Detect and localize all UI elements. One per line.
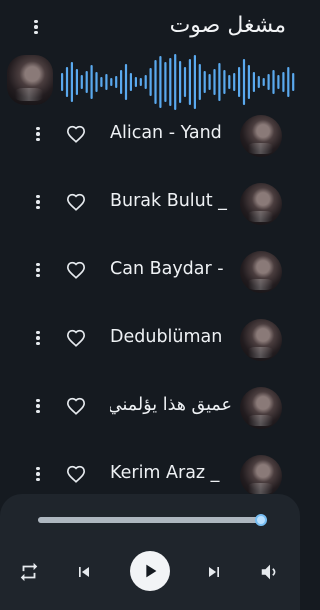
track-row[interactable]: Can Baydar - [0,237,300,305]
track-row[interactable]: Dedublüman [0,305,300,373]
waveform-bar [124,64,128,100]
speaker-icon [261,564,276,580]
waveform-bar [282,72,285,92]
skip-previous-icon [79,567,89,577]
track-menu-icon[interactable] [32,192,44,212]
waveform-bar [208,74,211,90]
heart-icon[interactable] [66,465,88,485]
waveform-bar [218,63,221,101]
audio-player-app: مشغل صوت Alican - Yand Burak Bulut _ Can… [0,0,300,610]
waveform-bar [90,65,93,99]
skip-next-icon [209,567,219,577]
previous-button[interactable] [64,552,104,592]
track-title: Burak Bulut _ [110,191,227,211]
waveform-bar [188,59,191,105]
waveform-bar [144,75,147,89]
waveform-bar [267,74,270,90]
player-panel [0,494,300,610]
waveform-bar [149,68,152,96]
track-menu-icon[interactable] [32,328,44,348]
waveform-bar [257,76,260,88]
track-list: Alican - Yand Burak Bulut _ Can Baydar -… [0,101,300,509]
track-artwork [240,251,282,293]
page-title: مشغل صوت [169,13,286,38]
volume-button[interactable] [250,552,290,592]
heart-icon[interactable] [66,193,88,213]
waveform-bar [154,60,157,104]
seek-bar[interactable] [38,514,267,526]
track-artwork [240,115,282,157]
seek-thumb[interactable] [254,514,267,526]
waveform-bar [277,75,280,89]
track-menu-icon[interactable] [32,124,44,144]
track-artwork [240,319,282,361]
track-row[interactable]: Burak Bulut _ [0,169,300,237]
track-title: Alican - Yand [110,123,222,143]
waveform-bar [129,73,132,91]
heart-icon[interactable] [66,261,88,281]
seek-progress [38,517,261,523]
waveform-bar [65,67,69,97]
track-row[interactable]: Alican - Yand [0,101,300,169]
waveform-bar [95,72,98,92]
waveform-bar [242,59,246,105]
waveform-bar [233,73,236,91]
waveform-bar [110,78,113,86]
waveform-bar [139,78,142,86]
heart-icon[interactable] [66,397,88,417]
play-icon [146,564,157,578]
waveform-bar [287,67,290,97]
repeat-button[interactable] [9,552,49,592]
waveform-bar [203,71,206,93]
track-title: عميق هذا يؤلمني [110,395,232,415]
track-menu-icon[interactable] [32,464,44,484]
track-title: Kerim Araz _ [110,463,220,483]
waveform-bar [198,64,201,100]
waveform-bar [223,70,226,94]
waveform-bar [292,73,295,91]
waveform-bar [262,78,265,86]
track-menu-icon[interactable] [32,260,44,280]
next-button[interactable] [194,552,234,592]
heart-icon[interactable] [66,125,88,145]
waveform-bar [169,58,172,106]
waveform-bar [228,75,231,89]
waveform-bar [100,77,103,87]
waveform-bar [252,72,255,92]
overflow-menu-icon[interactable] [26,16,46,38]
waveform-bar [247,65,250,99]
play-button[interactable] [130,551,170,591]
waveform-bar [238,67,241,97]
waveform-bar [179,61,182,103]
waveform-bar [70,62,73,102]
track-title: Can Baydar - [110,259,224,279]
track-artwork [240,455,282,497]
waveform-bar [134,77,137,87]
track-row[interactable]: عميق هذا يؤلمني [0,373,300,441]
waveform-bar [213,69,216,95]
waveform-bar [105,74,108,90]
waveform-bar [80,75,83,89]
now-playing-artwork [7,55,53,105]
track-artwork [240,183,282,225]
heart-icon[interactable] [66,329,88,349]
waveform-bar [272,70,275,94]
waveform-bar [61,73,64,91]
waveform-bar [75,69,78,95]
track-menu-icon[interactable] [32,396,44,416]
waveform-bar [164,62,167,102]
repeat-icon [20,562,38,582]
track-title: Dedublüman [110,327,223,347]
header: مشغل صوت [0,0,300,52]
track-artwork [240,387,282,429]
waveform-bar [85,71,88,93]
waveform-bar [120,70,123,94]
waveform-bar [183,67,187,97]
waveform-bar [115,76,118,88]
